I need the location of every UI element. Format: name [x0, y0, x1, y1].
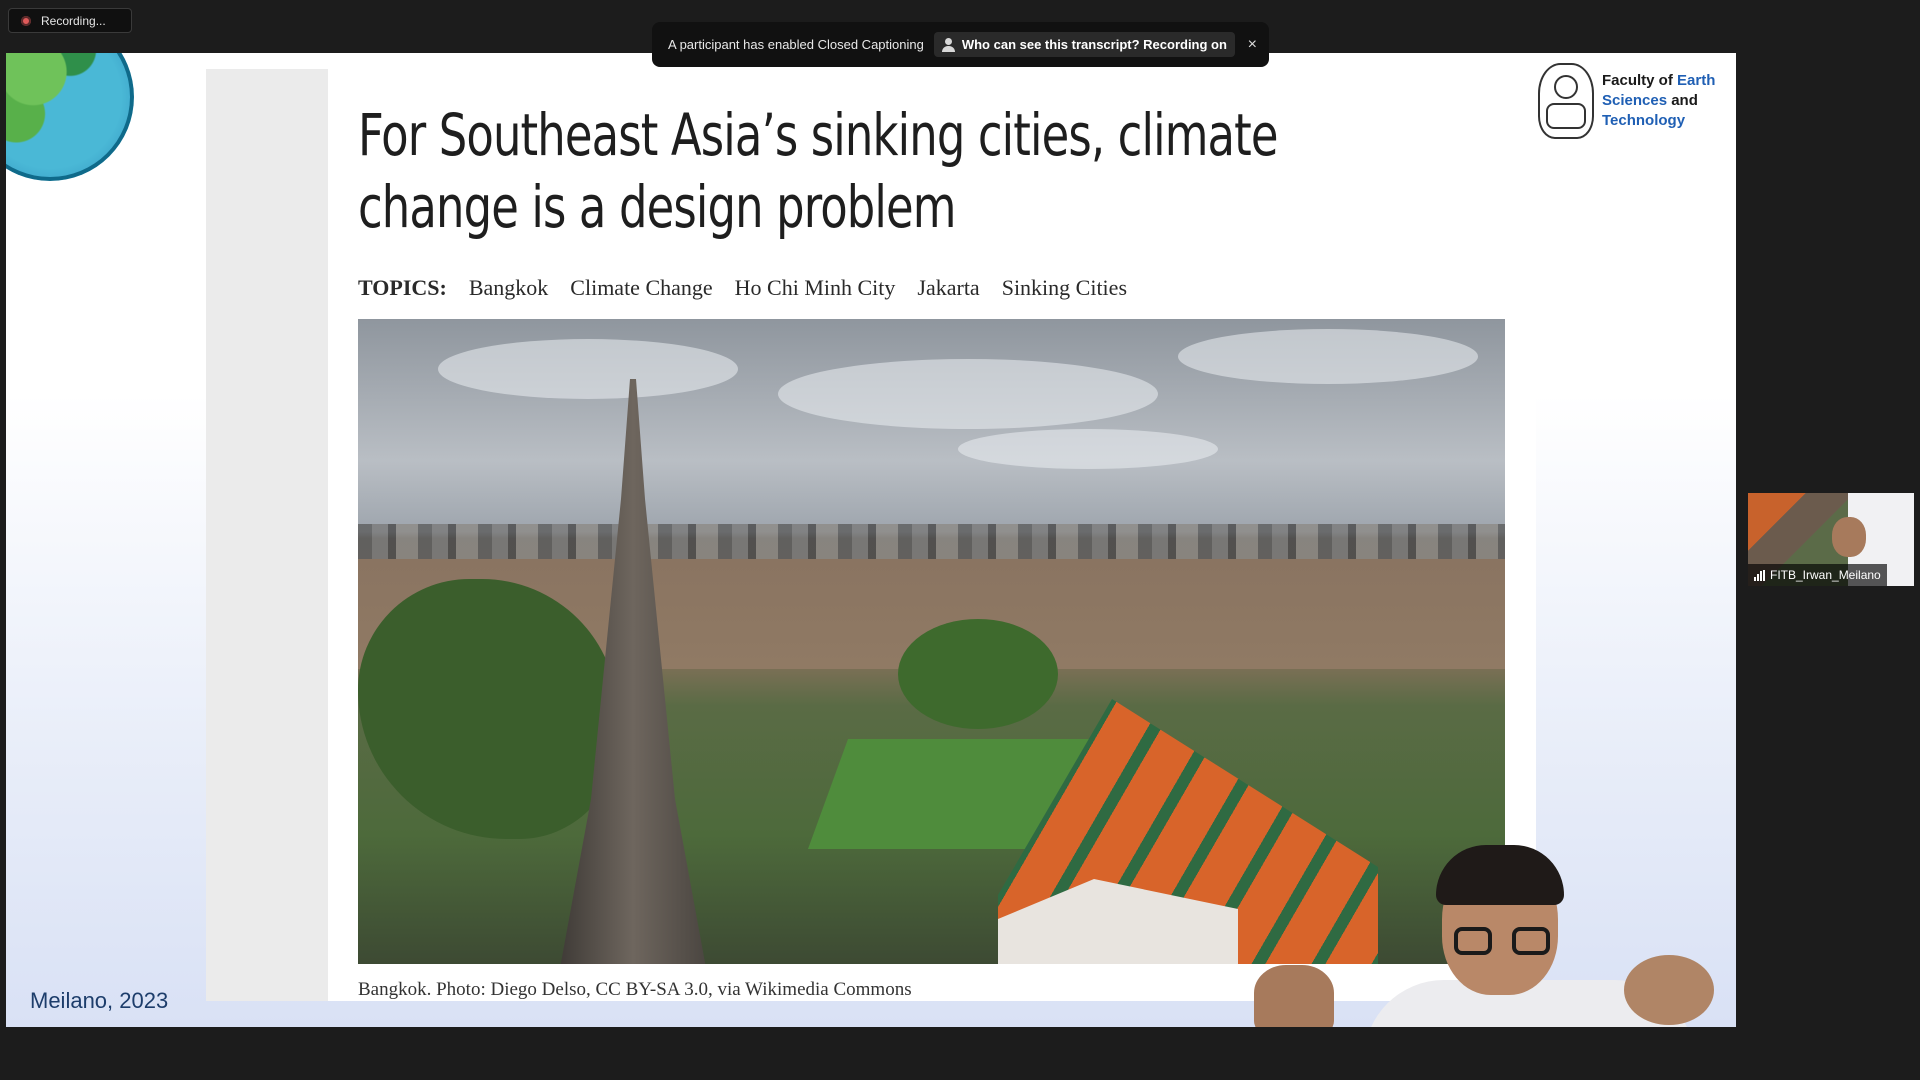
presenter-hand [1254, 965, 1334, 1027]
faculty-logo: Faculty of Earth Sciences and Technology [1538, 63, 1715, 139]
ganesha-logo-icon [1538, 63, 1594, 139]
transcript-visibility-button[interactable]: Who can see this transcript? Recording o… [933, 32, 1235, 57]
closed-caption-notice: A participant has enabled Closed Caption… [652, 22, 1269, 67]
transcript-visibility-label: Who can see this transcript? Recording o… [961, 37, 1227, 52]
topic-tag: Climate Change [570, 275, 713, 300]
caption-notice-text: A participant has enabled Closed Caption… [668, 37, 924, 52]
recording-label: Recording... [41, 13, 106, 28]
signal-strength-icon [1754, 569, 1765, 581]
participant-name-tag: FITB_Irwan_Meilano [1748, 564, 1887, 586]
slide-citation: Meilano, 2023 [30, 988, 169, 1013]
faculty-name: Faculty of Earth Sciences and Technology [1602, 72, 1716, 129]
participant-avatar [1832, 517, 1866, 557]
close-icon[interactable]: × [1248, 36, 1257, 54]
shared-slide: For Southeast Asia’s sinking cities, cli… [6, 53, 1736, 1027]
recording-indicator[interactable]: Recording... [8, 8, 132, 33]
presenter-hand [1624, 955, 1714, 1025]
photo-caption: Bangkok. Photo: Diego Delso, CC BY-SA 3.… [358, 979, 912, 1000]
participant-name: FITB_Irwan_Meilano [1770, 568, 1881, 582]
topics-label: TOPICS: [358, 275, 447, 300]
topic-tag: Jakarta [917, 275, 980, 300]
topic-tag: Bangkok [468, 275, 549, 300]
article-topics: TOPICS: Bangkok Climate Change Ho Chi Mi… [358, 275, 1127, 301]
city-skyline [358, 524, 1505, 564]
topic-tag: Ho Chi Minh City [734, 275, 896, 300]
participant-video-tile[interactable]: FITB_Irwan_Meilano [1748, 493, 1914, 586]
article-sidebar [206, 69, 328, 1001]
presenter-hair [1436, 845, 1564, 905]
trees [898, 619, 1058, 729]
glasses [1454, 927, 1550, 957]
topic-tag: Sinking Cities [1001, 275, 1127, 300]
person-icon [941, 37, 956, 52]
record-icon [21, 15, 31, 26]
presenter-video-overlay [1254, 805, 1724, 1027]
article-headline: For Southeast Asia’s sinking cities, cli… [358, 101, 1279, 241]
globe-decoration [6, 53, 134, 181]
